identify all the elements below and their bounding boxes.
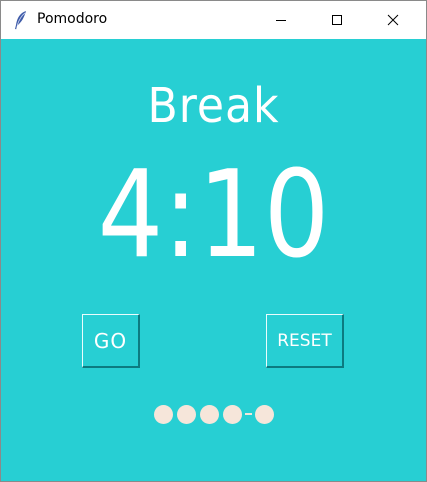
session-separator	[244, 413, 252, 415]
minimize-icon	[275, 11, 287, 30]
title-bar[interactable]: Pomodoro	[1, 1, 426, 39]
session-dot	[254, 404, 274, 424]
go-button[interactable]: GO	[82, 314, 140, 368]
app-window: Pomodoro Break 4:10 GO RESET	[0, 0, 427, 482]
reset-button[interactable]: RESET	[266, 314, 344, 368]
mode-label: Break	[147, 78, 280, 134]
maximize-icon	[331, 11, 343, 30]
session-dot	[199, 404, 219, 424]
maximize-button[interactable]	[314, 1, 360, 39]
countdown-display: 4:10	[97, 146, 330, 285]
session-dot	[153, 404, 173, 424]
session-dot	[222, 404, 242, 424]
feather-icon	[13, 10, 29, 30]
main-panel: Break 4:10 GO RESET	[1, 39, 426, 481]
close-button[interactable]	[370, 1, 416, 39]
window-title: Pomodoro	[37, 11, 108, 27]
session-progress	[1, 403, 426, 425]
session-dot	[176, 404, 196, 424]
close-icon	[387, 11, 399, 30]
minimize-button[interactable]	[258, 1, 304, 39]
